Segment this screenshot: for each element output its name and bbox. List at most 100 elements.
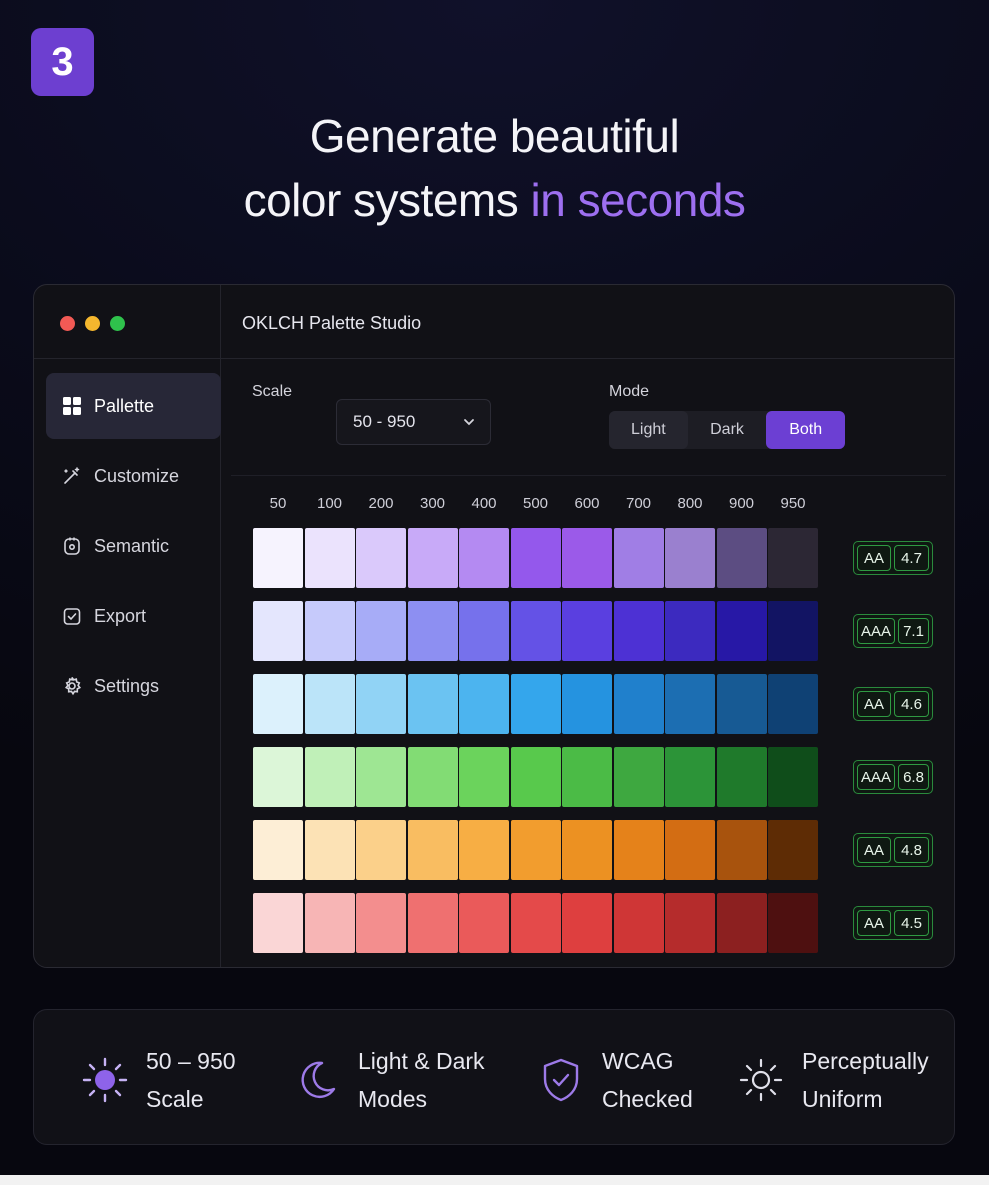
- color-swatch-orange-500[interactable]: [510, 820, 561, 880]
- color-swatch-red-300[interactable]: [407, 893, 458, 953]
- color-swatch-blue-700[interactable]: [613, 674, 664, 734]
- color-swatch-purple-200[interactable]: [356, 528, 406, 588]
- color-swatch-green-300[interactable]: [407, 747, 458, 807]
- color-swatch-blue-950[interactable]: [768, 674, 818, 734]
- minimize-window-button[interactable]: [85, 316, 100, 331]
- color-swatch-green-400[interactable]: [459, 747, 509, 807]
- sidebar-item-customize[interactable]: Customize: [46, 443, 221, 509]
- color-swatch-green-50[interactable]: [253, 747, 303, 807]
- color-swatch-red-950[interactable]: [768, 893, 818, 953]
- color-swatch-blue-400[interactable]: [459, 674, 509, 734]
- color-swatch-blue-600[interactable]: [562, 674, 612, 734]
- color-swatch-purple-400[interactable]: [459, 528, 509, 588]
- contrast-ratio: 4.6: [894, 691, 929, 717]
- window-controls: [60, 316, 125, 331]
- maximize-window-button[interactable]: [110, 316, 125, 331]
- color-swatch-indigo-800[interactable]: [665, 601, 715, 661]
- color-swatch-green-900[interactable]: [716, 747, 767, 807]
- color-swatch-orange-600[interactable]: [562, 820, 612, 880]
- sidebar: Pallette Customize Semantic Export Setti…: [34, 359, 221, 967]
- color-swatch-purple-800[interactable]: [665, 528, 715, 588]
- close-window-button[interactable]: [60, 316, 75, 331]
- color-swatch-red-500[interactable]: [510, 893, 561, 953]
- mode-option-light[interactable]: Light: [609, 411, 688, 449]
- color-swatch-green-600[interactable]: [562, 747, 612, 807]
- color-swatch-orange-900[interactable]: [716, 820, 767, 880]
- headline-line-2: color systems in seconds: [0, 168, 989, 232]
- color-swatch-green-950[interactable]: [768, 747, 818, 807]
- color-swatch-red-800[interactable]: [665, 893, 715, 953]
- color-swatch-indigo-950[interactable]: [768, 601, 818, 661]
- mode-option-dark[interactable]: Dark: [688, 411, 767, 449]
- color-swatch-indigo-100[interactable]: [304, 601, 355, 661]
- color-swatch-blue-200[interactable]: [356, 674, 406, 734]
- color-swatch-green-800[interactable]: [665, 747, 715, 807]
- sidebar-item-semantic[interactable]: Semantic: [46, 513, 221, 579]
- contrast-badge-blue: AA 4.6: [853, 687, 933, 721]
- shield-check-icon: [543, 1058, 579, 1102]
- color-swatch-orange-50[interactable]: [253, 820, 303, 880]
- color-swatch-indigo-700[interactable]: [613, 601, 664, 661]
- color-swatch-indigo-900[interactable]: [716, 601, 767, 661]
- color-swatch-green-200[interactable]: [356, 747, 406, 807]
- color-swatch-red-900[interactable]: [716, 893, 767, 953]
- color-swatch-blue-800[interactable]: [665, 674, 715, 734]
- sidebar-item-export[interactable]: Export: [46, 583, 221, 649]
- color-swatch-blue-300[interactable]: [407, 674, 458, 734]
- contrast-badge-purple: AA 4.7: [853, 541, 933, 575]
- scale-step-label: 300: [419, 495, 446, 512]
- color-swatch-orange-100[interactable]: [304, 820, 355, 880]
- sidebar-item-label: Semantic: [94, 535, 170, 556]
- color-swatch-green-700[interactable]: [613, 747, 664, 807]
- color-swatch-red-100[interactable]: [304, 893, 355, 953]
- scale-step-label: 500: [522, 495, 549, 512]
- headline-line-1: Generate beautiful: [309, 110, 680, 162]
- color-swatch-purple-300[interactable]: [407, 528, 458, 588]
- color-swatch-red-400[interactable]: [459, 893, 509, 953]
- color-swatch-orange-700[interactable]: [613, 820, 664, 880]
- color-swatch-green-100[interactable]: [304, 747, 355, 807]
- scale-step-label: 950: [780, 495, 806, 512]
- mode-label: Mode: [609, 383, 650, 400]
- color-swatch-orange-400[interactable]: [459, 820, 509, 880]
- sidebar-item-palette[interactable]: Pallette: [46, 373, 221, 439]
- color-swatch-red-50[interactable]: [253, 893, 303, 953]
- color-swatch-purple-500[interactable]: [510, 528, 561, 588]
- color-swatch-purple-50[interactable]: [253, 528, 303, 588]
- color-swatch-purple-900[interactable]: [716, 528, 767, 588]
- color-swatch-indigo-400[interactable]: [459, 601, 509, 661]
- scale-step-label: 700: [625, 495, 652, 512]
- scale-select[interactable]: 50 - 950: [336, 399, 491, 445]
- color-swatch-purple-700[interactable]: [613, 528, 664, 588]
- color-swatch-blue-50[interactable]: [253, 674, 303, 734]
- color-swatch-orange-950[interactable]: [768, 820, 818, 880]
- color-swatch-indigo-600[interactable]: [562, 601, 612, 661]
- color-swatch-red-200[interactable]: [356, 893, 406, 953]
- color-swatch-indigo-50[interactable]: [253, 601, 303, 661]
- color-swatch-red-700[interactable]: [613, 893, 664, 953]
- color-swatch-purple-600[interactable]: [562, 528, 612, 588]
- color-swatch-purple-950[interactable]: [768, 528, 818, 588]
- sidebar-item-settings[interactable]: Settings: [46, 653, 221, 719]
- color-swatch-indigo-200[interactable]: [356, 601, 406, 661]
- sun-outline-icon: [739, 1058, 783, 1102]
- mode-option-both[interactable]: Both: [766, 411, 846, 449]
- color-swatch-blue-900[interactable]: [716, 674, 767, 734]
- color-swatch-orange-800[interactable]: [665, 820, 715, 880]
- color-swatch-blue-500[interactable]: [510, 674, 561, 734]
- moon-icon: [301, 1061, 336, 1099]
- color-swatch-indigo-500[interactable]: [510, 601, 561, 661]
- feature-bar: 50 – 950 Scale Light & Dark Modes WCAG C…: [33, 1009, 955, 1145]
- color-swatch-indigo-300[interactable]: [407, 601, 458, 661]
- color-swatch-green-500[interactable]: [510, 747, 561, 807]
- color-swatch-red-600[interactable]: [562, 893, 612, 953]
- scale-step-label: 100: [316, 495, 343, 512]
- color-swatch-orange-200[interactable]: [356, 820, 406, 880]
- scale-step-label: 900: [728, 495, 755, 512]
- color-swatch-purple-100[interactable]: [304, 528, 355, 588]
- contrast-badge-indigo: AAA 7.1: [853, 614, 933, 648]
- color-swatch-orange-300[interactable]: [407, 820, 458, 880]
- color-swatch-blue-100[interactable]: [304, 674, 355, 734]
- contrast-badge-green: AAA 6.8: [853, 760, 933, 794]
- gear-icon: [64, 677, 82, 696]
